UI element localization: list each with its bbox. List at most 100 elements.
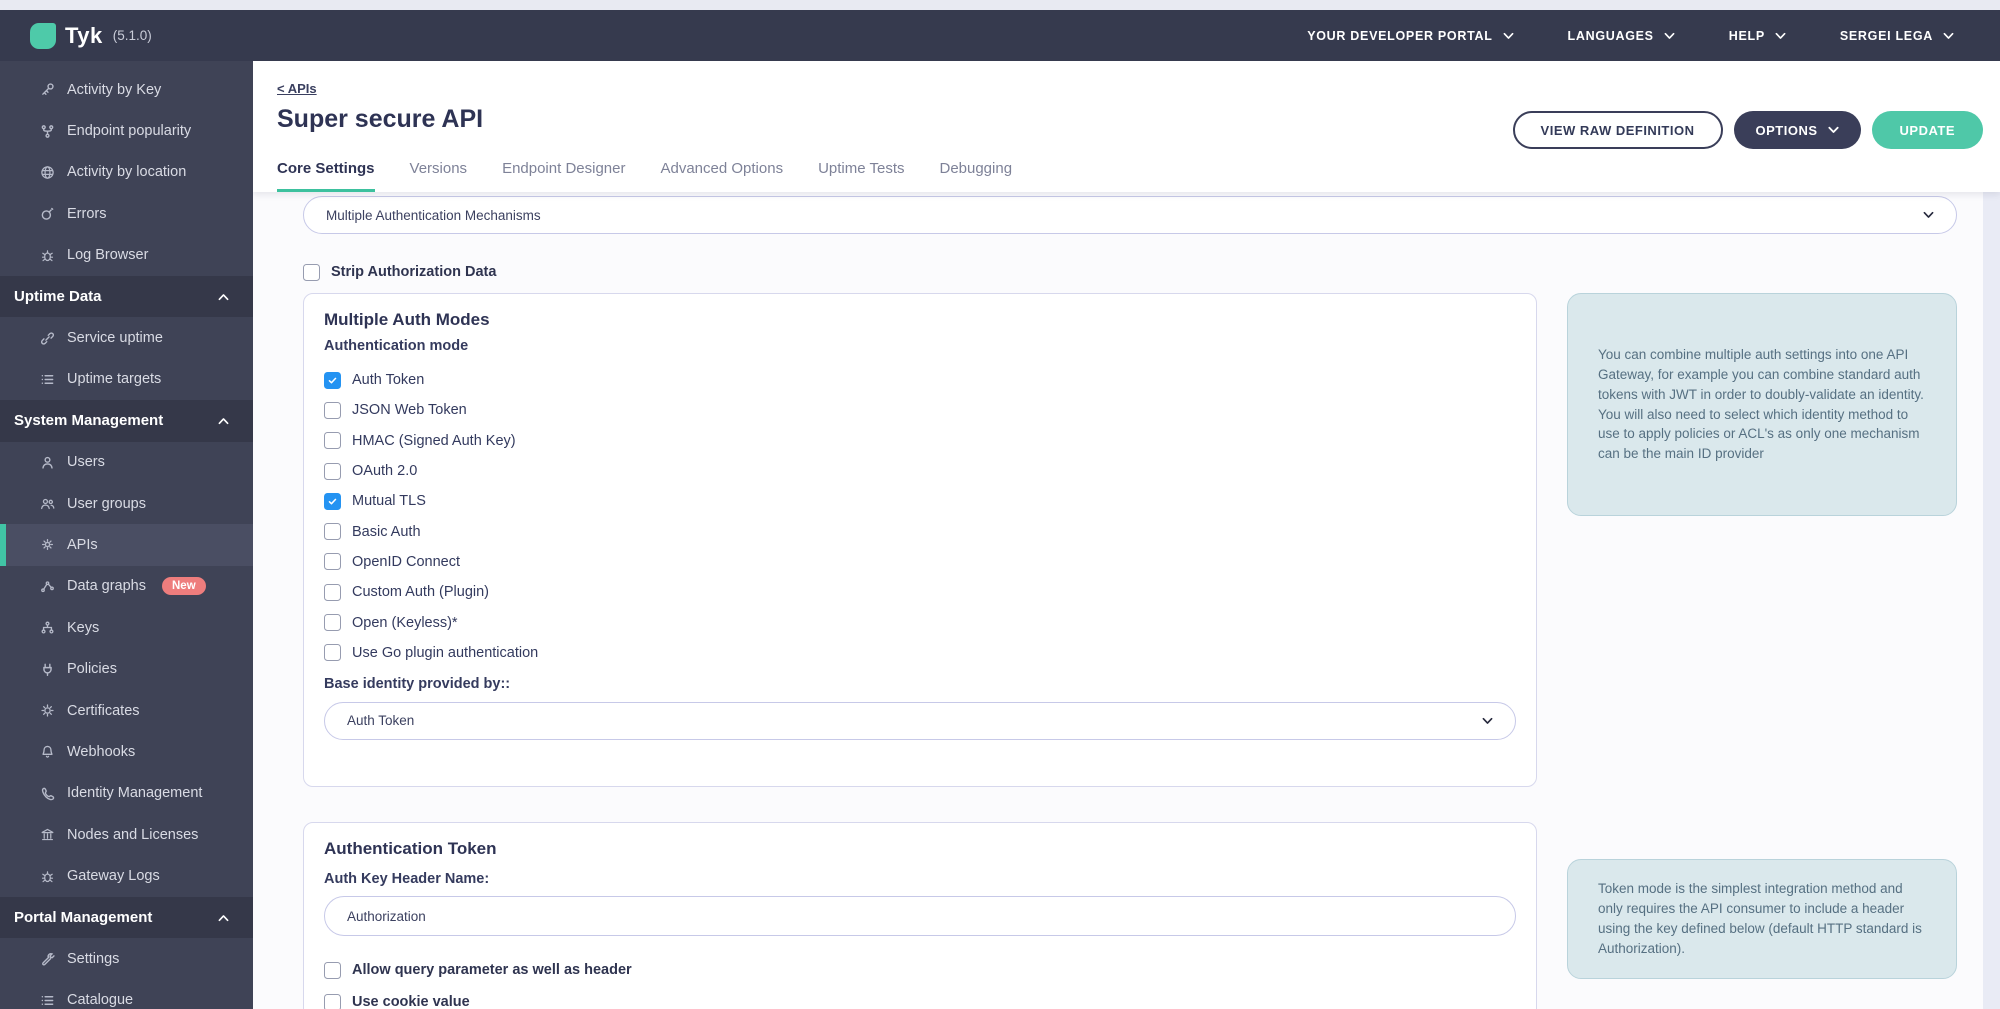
sidebar-section-uptime-data[interactable]: Uptime Data — [0, 276, 253, 317]
sidebar-item-label: User groups — [67, 496, 146, 512]
sidebar-section-portal-management[interactable]: Portal Management — [0, 897, 253, 938]
breadcrumb-back-apis[interactable]: < APIs — [277, 81, 317, 96]
chevron-down-icon — [1482, 717, 1493, 725]
sidebar-item-data-graphs[interactable]: Data graphsNew — [0, 566, 253, 607]
auth-token-row: Authentication Token Auth Key Header Nam… — [303, 822, 1957, 1009]
sidebar-item-service-uptime[interactable]: Service uptime — [0, 317, 253, 358]
auth-key-header-name-label: Auth Key Header Name: — [324, 869, 1516, 889]
sidebar-item-label: Activity by Key — [67, 82, 161, 98]
auth-token-option-allow-query-parameter-as-well-as-header[interactable]: Allow query parameter as well as header — [324, 960, 1516, 980]
auth-token-option-use-cookie-value[interactable]: Use cookie value — [324, 992, 1516, 1009]
checkbox[interactable] — [324, 553, 341, 570]
sidebar-item-user-groups[interactable]: User groups — [0, 483, 253, 524]
tab-core-settings[interactable]: Core Settings — [277, 160, 375, 192]
checkbox[interactable] — [303, 264, 320, 281]
sidebar-item-endpoint-popularity[interactable]: Endpoint popularity — [0, 110, 253, 151]
auth-token-column: Authentication Token Auth Key Header Nam… — [303, 822, 1537, 1009]
auth-mode-option-basic-auth[interactable]: Basic Auth — [324, 516, 1516, 546]
checkbox[interactable] — [324, 994, 341, 1009]
sidebar-item-nodes-and-licenses[interactable]: Nodes and Licenses — [0, 814, 253, 855]
auth-mode-option-label: Custom Auth (Plugin) — [352, 584, 489, 600]
bug-icon — [40, 869, 57, 884]
tab-versions[interactable]: Versions — [410, 160, 468, 192]
tyk-logo[interactable]: Tyk — [30, 23, 103, 49]
sidebar-item-policies[interactable]: Policies — [0, 648, 253, 689]
header-buttons: VIEW RAW DEFINITION OPTIONS UPDATE — [1513, 111, 1983, 149]
sidebar-item-errors[interactable]: Errors — [0, 193, 253, 234]
sidebar-item-label: Activity by location — [67, 164, 186, 180]
auth-key-header-name-input[interactable] — [324, 896, 1516, 936]
chevron-up-icon — [218, 417, 229, 425]
topbar-menu-label: HELP — [1729, 29, 1765, 43]
globe-icon — [40, 165, 57, 180]
sidebar-item-label: Endpoint popularity — [67, 123, 191, 139]
tab-uptime-tests[interactable]: Uptime Tests — [818, 160, 904, 192]
sidebar-item-log-browser[interactable]: Log Browser — [0, 235, 253, 276]
gear-icon — [40, 537, 57, 552]
sidebar-item-certificates[interactable]: Certificates — [0, 690, 253, 731]
content-inner: Multiple Authentication Mechanisms Strip… — [303, 196, 1957, 1009]
scroll-content: Multiple Authentication Mechanisms Strip… — [253, 192, 2000, 1009]
auth-mode-option-label: Open (Keyless)* — [352, 615, 458, 631]
checkbox[interactable] — [324, 962, 341, 979]
plug-icon — [40, 662, 57, 677]
sidebar-item-apis[interactable]: APIs — [0, 524, 253, 565]
auth-mode-option-use-go-plugin-authentication[interactable]: Use Go plugin authentication — [324, 638, 1516, 668]
checkbox[interactable] — [324, 402, 341, 419]
sidebar-item-gateway-logs[interactable]: Gateway Logs — [0, 855, 253, 896]
auth-mode-option-auth-token[interactable]: Auth Token — [324, 365, 1516, 395]
sidebar-item-catalogue[interactable]: Catalogue — [0, 980, 253, 1009]
strip-authorization-checkbox-row[interactable]: Strip Authorization Data — [303, 262, 1957, 282]
sidebar-item-uptime-targets[interactable]: Uptime targets — [0, 359, 253, 400]
sidebar-item-identity-management[interactable]: Identity Management — [0, 773, 253, 814]
checkbox[interactable] — [324, 644, 341, 661]
sidebar-item-webhooks[interactable]: Webhooks — [0, 731, 253, 772]
sidebar-item-label: Policies — [67, 661, 117, 677]
sidebar: Activity by Key Endpoint popularity Activi… — [0, 61, 253, 1009]
auth-mode-option-hmac-signed-auth-key[interactable]: HMAC (Signed Auth Key) — [324, 426, 1516, 456]
tab-advanced-options[interactable]: Advanced Options — [660, 160, 783, 192]
auth-mode-option-oauth-2-0[interactable]: OAuth 2.0 — [324, 456, 1516, 486]
checkbox[interactable] — [324, 372, 341, 389]
scrollbar-track[interactable] — [1983, 192, 2000, 1009]
auth-mode-option-json-web-token[interactable]: JSON Web Token — [324, 395, 1516, 425]
sidebar-item-activity-by-location[interactable]: Activity by location — [0, 152, 253, 193]
tab-endpoint-designer[interactable]: Endpoint Designer — [502, 160, 625, 192]
view-raw-definition-button[interactable]: VIEW RAW DEFINITION — [1513, 111, 1723, 149]
base-identity-select[interactable]: Auth Token — [324, 702, 1516, 740]
auth-mode-option-label: HMAC (Signed Auth Key) — [352, 433, 516, 449]
checkbox[interactable] — [324, 493, 341, 510]
auth-mode-option-custom-auth-plugin[interactable]: Custom Auth (Plugin) — [324, 577, 1516, 607]
auth-mode-option-open-keyless[interactable]: Open (Keyless)* — [324, 607, 1516, 637]
checkbox[interactable] — [324, 463, 341, 480]
auth-mode-option-label: JSON Web Token — [352, 402, 467, 418]
checkbox[interactable] — [324, 432, 341, 449]
sidebar-item-settings[interactable]: Settings — [0, 938, 253, 979]
auth-mode-option-mutual-tls[interactable]: Mutual TLS — [324, 486, 1516, 516]
checkbox[interactable] — [324, 614, 341, 631]
topbar: Tyk (5.1.0) YOUR DEVELOPER PORTALLANGUAG… — [0, 10, 2000, 61]
sidebar-section-label: Portal Management — [14, 909, 152, 926]
phone-icon — [40, 786, 57, 801]
checkbox[interactable] — [324, 523, 341, 540]
sidebar-item-activity-by-key[interactable]: Activity by Key — [0, 69, 253, 110]
chevron-down-icon — [1828, 126, 1839, 134]
options-button[interactable]: OPTIONS — [1734, 111, 1861, 149]
auth-mechanism-select[interactable]: Multiple Authentication Mechanisms — [303, 196, 1957, 234]
sidebar-item-label: Certificates — [67, 703, 140, 719]
topbar-menu-your-developer-portal[interactable]: YOUR DEVELOPER PORTAL — [1307, 29, 1513, 43]
tab-debugging[interactable]: Debugging — [939, 160, 1012, 192]
update-button[interactable]: UPDATE — [1872, 111, 1983, 149]
sidebar-item-keys[interactable]: Keys — [0, 607, 253, 648]
topbar-menu-languages[interactable]: LANGUAGES — [1568, 29, 1675, 43]
checkbox[interactable] — [324, 584, 341, 601]
chevron-down-icon — [1943, 32, 1954, 40]
sidebar-item-label: Nodes and Licenses — [67, 827, 198, 843]
auth-mode-option-openid-connect[interactable]: OpenID Connect — [324, 547, 1516, 577]
auth-token-option-label: Use cookie value — [352, 994, 470, 1009]
topbar-menu-sergei-lega[interactable]: SERGEI LEGA — [1840, 29, 1954, 43]
sidebar-item-users[interactable]: Users — [0, 442, 253, 483]
sidebar-section-system-management[interactable]: System Management — [0, 400, 253, 441]
topbar-menu-help[interactable]: HELP — [1729, 29, 1786, 43]
bug-icon — [40, 248, 57, 263]
